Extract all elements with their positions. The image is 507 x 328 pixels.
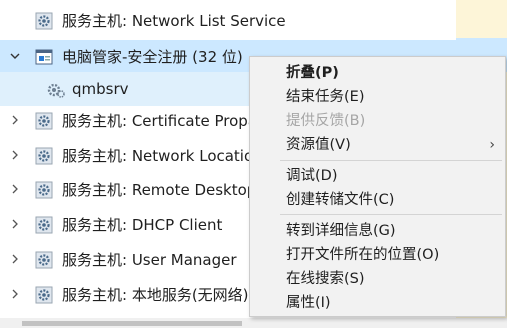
chevron-right-icon[interactable] [7, 216, 23, 232]
menu-separator [280, 160, 502, 161]
menu-separator [280, 214, 502, 215]
gear-icon [35, 286, 53, 304]
menu-item-label: 结束任务(E) [286, 89, 365, 105]
menu-item-create-dump[interactable]: 创建转储文件(C) [250, 188, 505, 212]
scrollbar-thumb[interactable] [22, 321, 242, 326]
chevron-right-icon[interactable] [7, 181, 23, 197]
gear-icon [35, 251, 53, 269]
process-label: 服务主机: 本地服务(无网络) [62, 286, 249, 304]
menu-item-label: 转到详细信息(G) [286, 223, 396, 239]
process-label: 服务主机: User Manager [62, 251, 237, 269]
menu-item-resource-values[interactable]: 资源值(V) › [250, 133, 505, 157]
process-label: qmbsrv [72, 80, 129, 98]
process-row-network-list-service[interactable]: 服务主机: Network List Service [0, 4, 456, 38]
menu-item-feedback: 提供反馈(B) [250, 109, 505, 133]
menu-item-label: 创建转储文件(C) [286, 192, 395, 208]
horizontal-scrollbar[interactable] [0, 318, 507, 328]
menu-item-open-file-location[interactable]: 打开文件所在的位置(O) [250, 243, 505, 267]
menu-item-label: 在线搜索(S) [286, 271, 365, 287]
process-label: 服务主机: Network Locatio [62, 147, 254, 165]
submenu-arrow-icon: › [489, 137, 495, 153]
menu-item-debug[interactable]: 调试(D) [250, 164, 505, 188]
gear-icon [35, 216, 53, 234]
process-label: 服务主机: DHCP Client [62, 216, 223, 234]
menu-item-collapse[interactable]: 折叠(P) [250, 61, 505, 85]
menu-item-label: 资源值(V) [286, 137, 351, 153]
process-label: 服务主机: Certificate Propa [62, 112, 258, 130]
menu-item-label: 打开文件所在的位置(O) [286, 247, 440, 263]
menu-item-label: 提供反馈(B) [286, 113, 366, 129]
process-label: 服务主机: Network List Service [62, 12, 286, 30]
menu-item-search-online[interactable]: 在线搜索(S) [250, 267, 505, 291]
chevron-right-icon[interactable] [7, 112, 23, 128]
menu-item-go-to-details[interactable]: 转到详细信息(G) [250, 219, 505, 243]
menu-item-end-task[interactable]: 结束任务(E) [250, 85, 505, 109]
menu-item-properties[interactable]: 属性(I) [250, 291, 505, 315]
gear-icon [35, 112, 53, 130]
context-menu: 折叠(P) 结束任务(E) 提供反馈(B) 资源值(V) › 调试(D) 创建转… [249, 56, 506, 317]
gear-icon [35, 12, 53, 30]
menu-item-label: 调试(D) [286, 168, 338, 184]
chevron-right-icon[interactable] [7, 147, 23, 163]
process-label: 服务主机: Remote Desktop [62, 181, 257, 199]
chevron-right-icon[interactable] [7, 251, 23, 267]
chevron-down-icon[interactable] [7, 48, 23, 64]
process-label: 电脑管家-安全注册 (32 位) [62, 48, 243, 66]
gear-icon [35, 181, 53, 199]
gear-icon [46, 80, 65, 98]
gear-icon [35, 147, 53, 165]
menu-item-label: 属性(I) [286, 295, 331, 311]
chevron-right-icon[interactable] [7, 286, 23, 302]
app-window-icon [35, 48, 53, 66]
menu-item-label: 折叠(P) [286, 65, 339, 81]
